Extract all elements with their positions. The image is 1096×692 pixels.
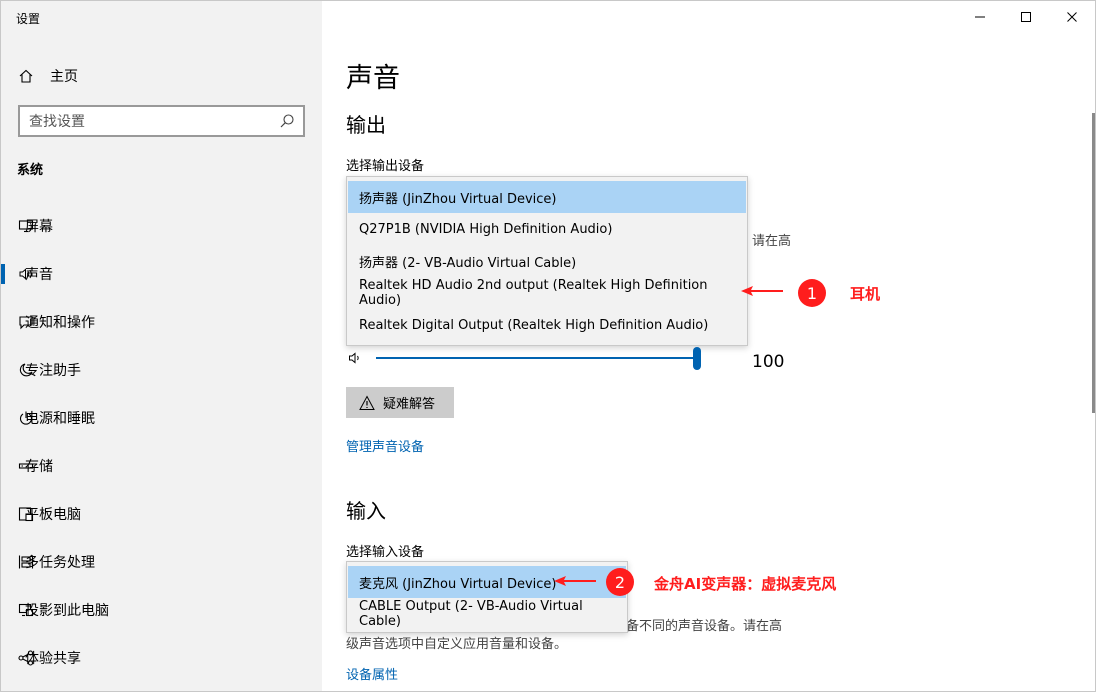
sidebar-item-display[interactable]: 屏幕 bbox=[1, 202, 322, 250]
sidebar-item-label: 声音 bbox=[25, 267, 53, 283]
sidebar-item-shared-experiences[interactable]: 体验共享 bbox=[1, 634, 322, 682]
sidebar-item-label: 专注助手 bbox=[25, 363, 81, 379]
annotation-label-2: 金舟AI变声器：虚拟麦克风 bbox=[654, 575, 837, 593]
sidebar: 设置 主页 查找设置 系统 屏幕 声音 通知和操作 专注助手 电源和睡眠 存储 … bbox=[1, 1, 322, 691]
sidebar-home[interactable]: 主页 bbox=[17, 65, 78, 87]
sidebar-item-label: 投影到此电脑 bbox=[25, 603, 109, 619]
input-heading: 输入 bbox=[346, 499, 386, 523]
sidebar-item-project[interactable]: 投影到此电脑 bbox=[1, 586, 322, 634]
volume-icon[interactable] bbox=[348, 350, 364, 366]
annotation-label-1: 耳机 bbox=[850, 285, 881, 303]
input-partial-text-1: 备不同的声音设备。请在高 bbox=[626, 619, 783, 634]
home-icon bbox=[17, 67, 35, 85]
annotation-badge-1: 1 bbox=[798, 279, 826, 307]
output-device-option[interactable]: Q27P1B (NVIDIA High Definition Audio) bbox=[348, 213, 746, 245]
search-input[interactable]: 查找设置 bbox=[18, 105, 305, 137]
page-title: 声音 bbox=[346, 63, 400, 94]
output-device-dropdown[interactable]: 扬声器 (JinZhou Virtual Device) Q27P1B (NVI… bbox=[346, 176, 748, 346]
home-label: 主页 bbox=[50, 69, 78, 85]
output-device-option[interactable]: Realtek HD Audio 2nd output (Realtek Hig… bbox=[348, 277, 746, 309]
volume-value: 100 bbox=[752, 352, 785, 372]
app-title: 设置 bbox=[16, 12, 41, 26]
sidebar-item-power[interactable]: 电源和睡眠 bbox=[1, 394, 322, 442]
sidebar-item-multitasking[interactable]: 多任务处理 bbox=[1, 538, 322, 586]
output-device-option[interactable]: 扬声器 (2- VB-Audio Virtual Cable) bbox=[348, 245, 746, 277]
output-partial-text: 请在高 bbox=[752, 234, 792, 249]
section-title: 系统 bbox=[17, 163, 44, 178]
search-icon[interactable] bbox=[279, 113, 295, 129]
sidebar-item-label: 多任务处理 bbox=[25, 555, 95, 571]
scrollbar[interactable] bbox=[1092, 113, 1095, 413]
output-device-option[interactable]: 扬声器 (JinZhou Virtual Device) bbox=[348, 181, 746, 213]
annotation-arrow-1 bbox=[741, 286, 783, 296]
output-heading: 输出 bbox=[346, 113, 386, 137]
warning-icon bbox=[359, 394, 375, 410]
troubleshoot-label: 疑难解答 bbox=[383, 397, 436, 412]
volume-slider-track[interactable] bbox=[376, 357, 694, 359]
device-properties-link[interactable]: 设备属性 bbox=[346, 664, 398, 683]
sidebar-item-label: 体验共享 bbox=[25, 651, 81, 667]
sidebar-item-label: 存储 bbox=[25, 459, 53, 475]
troubleshoot-button[interactable]: 疑难解答 bbox=[346, 387, 454, 418]
annotation-arrow-2 bbox=[554, 576, 596, 586]
sidebar-item-sound[interactable]: 声音 bbox=[1, 250, 322, 298]
sidebar-item-label: 屏幕 bbox=[25, 219, 53, 235]
sidebar-item-notifications[interactable]: 通知和操作 bbox=[1, 298, 322, 346]
input-select-label: 选择输入设备 bbox=[346, 545, 425, 560]
search-placeholder: 查找设置 bbox=[29, 114, 85, 130]
input-device-option[interactable]: CABLE Output (2- VB-Audio Virtual Cable) bbox=[348, 598, 626, 630]
sidebar-item-tablet[interactable]: 平板电脑 bbox=[1, 490, 322, 538]
input-device-dropdown[interactable]: 麦克风 (JinZhou Virtual Device) CABLE Outpu… bbox=[346, 561, 628, 633]
sidebar-item-storage[interactable]: 存储 bbox=[1, 442, 322, 490]
sidebar-item-label: 通知和操作 bbox=[25, 315, 95, 331]
settings-window: 设置 主页 查找设置 系统 屏幕 声音 通知和操作 专注助手 电源和睡眠 存储 … bbox=[0, 0, 1096, 692]
output-device-option[interactable]: Realtek Digital Output (Realtek High Def… bbox=[348, 309, 746, 341]
sidebar-item-label: 电源和睡眠 bbox=[25, 411, 95, 427]
volume-slider-thumb[interactable] bbox=[693, 347, 701, 370]
input-partial-text-2: 级声音选项中自定义应用音量和设备。 bbox=[346, 637, 568, 652]
output-select-label: 选择输出设备 bbox=[346, 159, 425, 174]
sidebar-item-focus-assist[interactable]: 专注助手 bbox=[1, 346, 322, 394]
sidebar-item-label: 平板电脑 bbox=[25, 507, 81, 523]
manage-sound-devices-link[interactable]: 管理声音设备 bbox=[346, 436, 424, 455]
annotation-badge-2: 2 bbox=[606, 568, 634, 596]
